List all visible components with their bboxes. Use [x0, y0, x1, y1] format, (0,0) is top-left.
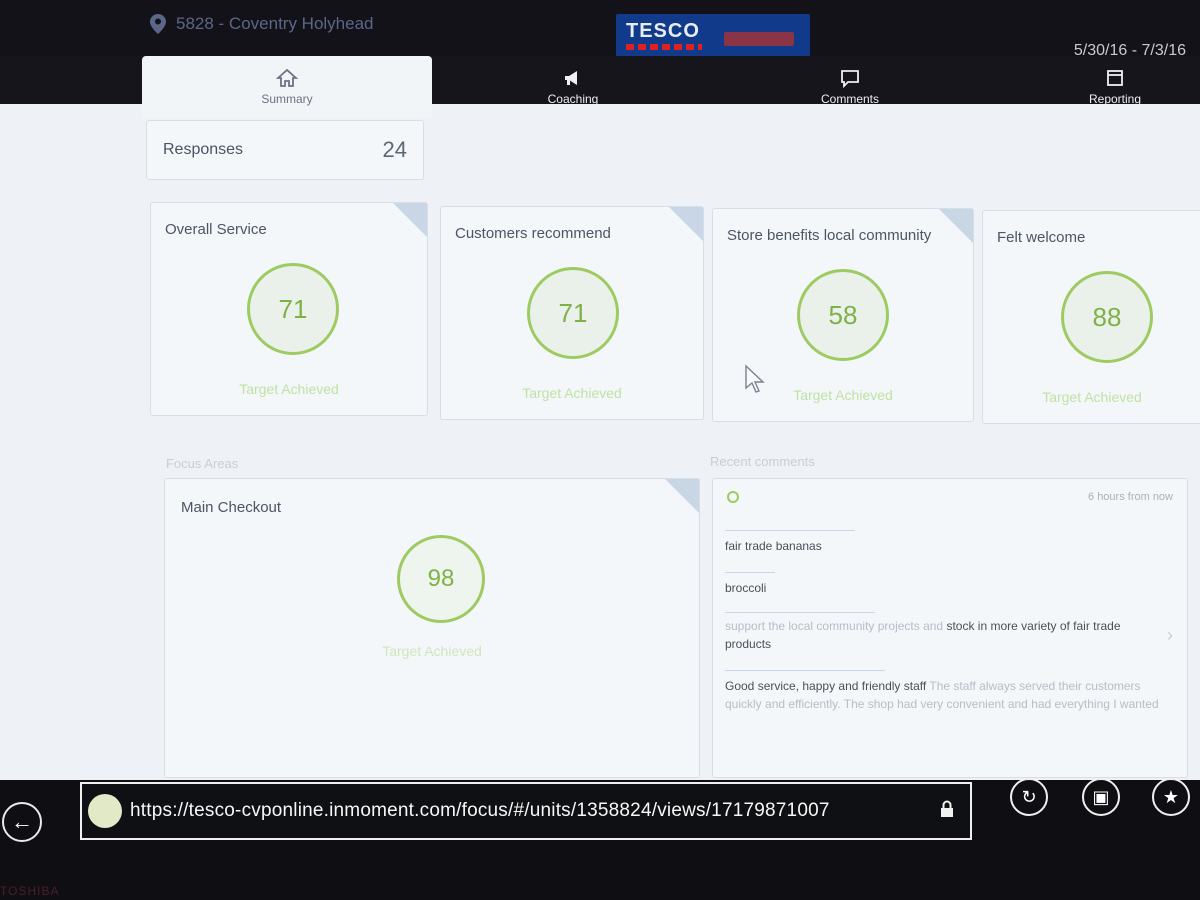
logo-stripes [626, 44, 702, 50]
focus-area-card[interactable]: Main Checkout 98 Target Achieved [164, 478, 700, 778]
metric-status: Target Achieved [522, 385, 622, 401]
refresh-icon: ↻ [1021, 786, 1037, 807]
comment-faint-text: support the local community projects and [725, 619, 944, 633]
favorites-button[interactable]: ★ [1152, 778, 1190, 816]
url-text: https://tesco-cvponline.inmoment.com/foc… [130, 800, 830, 821]
metric-title: Overall Service [165, 221, 267, 238]
store-selector[interactable]: 5828 - Coventry Holyhead [150, 14, 374, 34]
tab-label: Coaching [547, 92, 599, 106]
comment-time: 6 hours from now [1088, 491, 1173, 503]
responses-count: 24 [382, 137, 407, 162]
metric-score-ring: 58 [797, 269, 889, 361]
home-icon [276, 68, 298, 87]
focus-score-ring: 98 [397, 535, 485, 623]
comment-text-block: Good service, happy and friendly staff T… [725, 677, 1165, 713]
focus-areas-heading: Focus Areas [166, 456, 239, 471]
focus-area-title: Main Checkout [181, 499, 282, 516]
tab-label: Comments [820, 92, 879, 106]
metric-card-overall-service[interactable]: Overall Service 71 Target Achieved [150, 202, 428, 416]
metric-score-ring: 88 [1061, 271, 1153, 363]
comment-text: fair trade bananas [725, 539, 822, 553]
card-corner-flag [393, 203, 427, 237]
comment-text: broccoli [725, 581, 767, 595]
comment-strong-text: Good service, happy and friendly staff [725, 679, 927, 693]
recent-comments-card: 6 hours from now fair trade bananas broc… [712, 478, 1188, 778]
metric-title: Customers recommend [455, 225, 611, 242]
metric-title: Felt welcome [997, 229, 1086, 246]
comment-question-link[interactable] [725, 563, 775, 573]
back-button[interactable]: ← [2, 802, 42, 842]
speech-bubble-icon [841, 70, 859, 88]
star-icon: ★ [1162, 786, 1180, 807]
megaphone-icon [565, 71, 577, 85]
logo-tagline-mark [724, 32, 794, 46]
mouse-cursor-icon [745, 364, 765, 393]
comment-question-link[interactable] [725, 661, 885, 671]
comment-question-link[interactable] [725, 521, 855, 531]
tabs-icon: ▣ [1092, 786, 1110, 807]
lock-icon [941, 800, 953, 817]
metric-score-ring: 71 [247, 263, 339, 355]
sentiment-dot-icon [727, 491, 739, 503]
focus-status: Target Achieved [382, 643, 482, 659]
metric-card-felt-welcome[interactable]: Felt welcome 88 Target Achieved [982, 210, 1200, 424]
tab-coaching[interactable]: Coaching [500, 56, 646, 118]
tab-reporting[interactable]: Reporting [1060, 56, 1170, 118]
tesco-logo: TESCO [616, 14, 810, 60]
refresh-button[interactable]: ↻ [1010, 778, 1048, 816]
store-name: 5828 - Coventry Holyhead [176, 14, 374, 33]
card-corner-flag [669, 207, 703, 241]
tab-label: Summary [261, 92, 313, 106]
report-icon [1107, 70, 1123, 86]
site-favicon-icon [88, 794, 122, 828]
tabs-button[interactable]: ▣ [1082, 778, 1120, 816]
metric-score-ring: 71 [527, 267, 619, 359]
tab-summary[interactable]: Summary [142, 56, 432, 118]
card-corner-flag [939, 209, 973, 243]
device-brand: TOSHIBA [0, 884, 60, 898]
url-field[interactable]: https://tesco-cvponline.inmoment.com/foc… [80, 782, 972, 840]
chevron-right-icon[interactable]: › [1167, 625, 1173, 646]
responses-label: Responses [163, 141, 244, 158]
recent-comments-heading: Recent comments [710, 454, 815, 469]
metric-title: Store benefits local community [727, 227, 932, 244]
tab-comments[interactable]: Comments [780, 56, 920, 118]
comment-question-link[interactable] [725, 603, 875, 613]
comment-text-block: support the local community projects and… [725, 617, 1165, 653]
metric-card-customers-recommend[interactable]: Customers recommend 71 Target Achieved [440, 206, 704, 420]
card-corner-flag [665, 479, 699, 513]
metric-status: Target Achieved [239, 381, 339, 397]
comment-header [727, 491, 739, 503]
tab-label: Reporting [1088, 92, 1142, 106]
arrow-left-icon: ← [11, 809, 33, 834]
responses-card[interactable]: Responses 24 [146, 120, 424, 180]
logo-text: TESCO [626, 20, 700, 42]
metric-status: Target Achieved [1042, 389, 1142, 405]
location-pin-icon [150, 14, 166, 34]
